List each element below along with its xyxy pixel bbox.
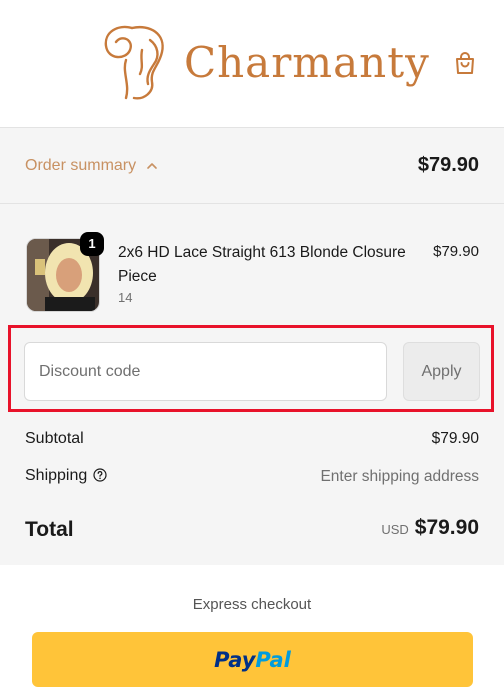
subtotal-value: $79.90 [431, 430, 479, 447]
brand-logo-icon [104, 25, 164, 100]
order-summary-total: $79.90 [417, 154, 479, 176]
total-label: Total [25, 518, 74, 541]
header: Charmanty [0, 0, 504, 128]
brand-name: Charmanty [184, 38, 430, 87]
paypal-logo-pal: Pal [255, 647, 291, 672]
product-title: 2x6 HD Lace Straight 613 Blonde Closure … [118, 244, 406, 285]
paypal-button[interactable]: PayPal [32, 632, 473, 687]
apply-discount-button[interactable]: Apply [403, 342, 480, 401]
paypal-logo-pay: Pay [214, 647, 256, 672]
total-value: $79.90 [414, 516, 479, 539]
help-icon[interactable] [93, 468, 107, 482]
product-price: $79.90 [433, 243, 479, 260]
order-summary-toggle[interactable]: Order summary $79.90 [0, 128, 504, 204]
discount-code-input[interactable] [24, 342, 387, 401]
shipping-row-label: Shipping [25, 467, 107, 485]
product-variant: 14 [118, 290, 133, 305]
quantity-badge: 1 [80, 232, 104, 256]
total-amount: USD $79.90 [381, 516, 479, 540]
shipping-value: Enter shipping address [320, 468, 479, 485]
shopping-bag-icon[interactable] [452, 50, 478, 76]
subtotal-label: Subtotal [25, 430, 84, 447]
brand-logo[interactable]: Charmanty [96, 20, 429, 106]
order-summary-label: Order summary [25, 157, 137, 174]
total-currency: USD [381, 522, 409, 537]
express-checkout-label: Express checkout [192, 596, 312, 613]
shipping-label: Shipping [25, 467, 88, 484]
chevron-up-icon [147, 163, 157, 169]
